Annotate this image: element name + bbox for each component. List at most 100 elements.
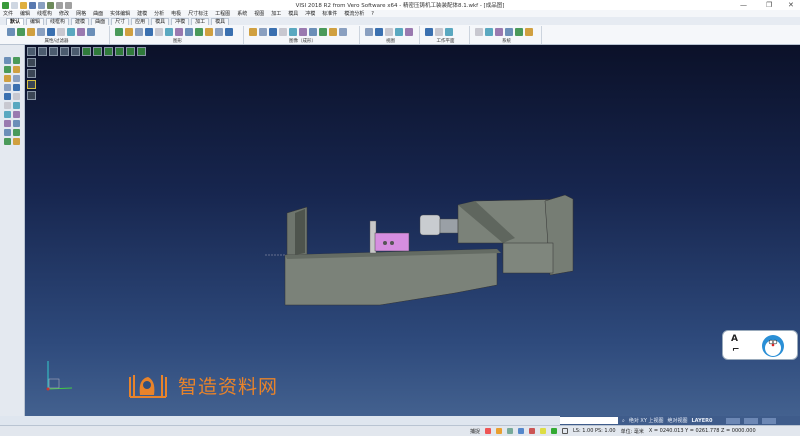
ribbon-tool-icon[interactable] <box>505 28 513 36</box>
menu-item[interactable]: 修改 <box>59 10 69 17</box>
menu-item[interactable]: 线框构 <box>37 10 52 17</box>
view-tool-button[interactable] <box>126 47 135 56</box>
ribbon-tool-icon[interactable] <box>115 28 123 36</box>
ribbon-tool-icon[interactable] <box>155 28 163 36</box>
cad-model[interactable] <box>265 193 585 313</box>
view-tool-button[interactable] <box>71 47 80 56</box>
left-tool-icon[interactable] <box>4 102 11 109</box>
menu-item[interactable]: 模流分析 <box>344 10 364 17</box>
ribbon-tool-icon[interactable] <box>205 28 213 36</box>
refresh-icon[interactable] <box>551 428 558 434</box>
ribbon-tool-icon[interactable] <box>525 28 533 36</box>
menu-item[interactable]: 实体编辑 <box>110 10 130 17</box>
ribbon-tool-icon[interactable] <box>299 28 307 36</box>
ribbon-tab[interactable]: 建模 <box>71 18 90 25</box>
navigation-widget[interactable]: A ⌐ <box>722 330 798 360</box>
left-tool-icon[interactable] <box>4 138 11 145</box>
ribbon-tab[interactable]: 模具 <box>151 18 170 25</box>
ribbon-tool-icon[interactable] <box>185 28 193 36</box>
view-tool-button[interactable] <box>49 47 58 56</box>
ribbon-tool-icon[interactable] <box>375 28 383 36</box>
ribbon-tool-icon[interactable] <box>215 28 223 36</box>
search-icon[interactable]: ⌕ <box>622 418 625 424</box>
menu-item[interactable]: ? <box>371 11 374 17</box>
menu-item[interactable]: 视图 <box>254 10 264 17</box>
ribbon-tool-icon[interactable] <box>135 28 143 36</box>
ribbon-tool-icon[interactable] <box>269 28 277 36</box>
ribbon-tool-icon[interactable] <box>395 28 403 36</box>
menu-item[interactable]: 建模 <box>137 10 147 17</box>
ribbon-tool-icon[interactable] <box>445 28 453 36</box>
ribbon-tool-icon[interactable] <box>259 28 267 36</box>
left-tool-icon[interactable] <box>13 84 20 91</box>
ribbon-tool-icon[interactable] <box>7 28 15 36</box>
left-tool-icon[interactable] <box>13 102 20 109</box>
left-tool-icon[interactable] <box>13 111 20 118</box>
view-side-button[interactable] <box>27 80 36 89</box>
ribbon-tool-icon[interactable] <box>339 28 347 36</box>
ribbon-tool-icon[interactable] <box>405 28 413 36</box>
left-tool-icon[interactable] <box>13 129 20 136</box>
maximize-button[interactable]: ❐ <box>766 1 772 9</box>
left-tool-icon[interactable] <box>4 75 11 82</box>
snap-icon[interactable] <box>496 428 503 434</box>
ribbon-tab[interactable]: 默认 <box>6 18 25 25</box>
menu-item[interactable]: 分析 <box>154 10 164 17</box>
ribbon-tool-icon[interactable] <box>319 28 327 36</box>
grid-icon[interactable] <box>562 428 569 434</box>
snap-label[interactable]: 捕捉 <box>470 428 480 435</box>
ribbon-tool-icon[interactable] <box>87 28 95 36</box>
ribbon-tool-icon[interactable] <box>249 28 257 36</box>
ribbon-tool-icon[interactable] <box>57 28 65 36</box>
view-tool-button[interactable] <box>104 47 113 56</box>
menu-item[interactable]: 编辑 <box>20 10 30 17</box>
3d-viewport[interactable]: 智造资料网 A ⌐ <box>25 45 800 416</box>
ribbon-tool-icon[interactable] <box>365 28 373 36</box>
left-tool-icon[interactable] <box>13 138 20 145</box>
ribbon-tool-icon[interactable] <box>495 28 503 36</box>
view-tool-button[interactable] <box>60 47 69 56</box>
ribbon-tab[interactable]: 模具 <box>211 18 230 25</box>
ribbon-tool-icon[interactable] <box>329 28 337 36</box>
ribbon-tool-icon[interactable] <box>425 28 433 36</box>
absolute-view[interactable]: 绝对视图 <box>667 417 687 424</box>
view-mode[interactable]: 绝对 XY 上视图 <box>629 417 664 424</box>
left-tool-icon[interactable] <box>13 120 20 127</box>
menu-item[interactable]: 文件 <box>3 10 13 17</box>
menu-item[interactable]: 工程图 <box>215 10 230 17</box>
left-tool-icon[interactable] <box>13 66 20 73</box>
ribbon-tool-icon[interactable] <box>47 28 55 36</box>
ribbon-tool-icon[interactable] <box>165 28 173 36</box>
ribbon-tool-icon[interactable] <box>77 28 85 36</box>
ribbon-tool-icon[interactable] <box>279 28 287 36</box>
ribbon-tool-icon[interactable] <box>475 28 483 36</box>
ribbon-tab[interactable]: 尺寸 <box>111 18 130 25</box>
view-side-button[interactable] <box>27 58 36 67</box>
left-tool-icon[interactable] <box>13 57 20 64</box>
left-tool-icon[interactable] <box>4 129 11 136</box>
left-tool-icon[interactable] <box>13 93 20 100</box>
ribbon-tab[interactable]: 冲模 <box>171 18 190 25</box>
ribbon-tool-icon[interactable] <box>195 28 203 36</box>
ribbon-tool-icon[interactable] <box>385 28 393 36</box>
menu-item[interactable]: 系统 <box>237 10 247 17</box>
view-side-button[interactable] <box>27 69 36 78</box>
ribbon-tool-icon[interactable] <box>175 28 183 36</box>
ribbon-tool-icon[interactable] <box>225 28 233 36</box>
view-side-button[interactable] <box>27 91 36 100</box>
ribbon-tool-icon[interactable] <box>27 28 35 36</box>
menu-item[interactable]: 电极 <box>171 10 181 17</box>
ribbon-tool-icon[interactable] <box>289 28 297 36</box>
color-swatch-1[interactable] <box>726 417 741 424</box>
menu-item[interactable]: 曲面 <box>93 10 103 17</box>
snap-icon[interactable] <box>529 428 536 434</box>
left-tool-icon[interactable] <box>4 57 11 64</box>
ribbon-tool-icon[interactable] <box>515 28 523 36</box>
menu-item[interactable]: 加工 <box>271 10 281 17</box>
left-tool-icon[interactable] <box>4 84 11 91</box>
ribbon-tool-icon[interactable] <box>435 28 443 36</box>
menu-item[interactable]: 网格 <box>76 10 86 17</box>
ribbon-tab[interactable]: 曲面 <box>91 18 110 25</box>
ribbon-tab[interactable]: 应用 <box>131 18 150 25</box>
left-tool-icon[interactable] <box>4 93 11 100</box>
